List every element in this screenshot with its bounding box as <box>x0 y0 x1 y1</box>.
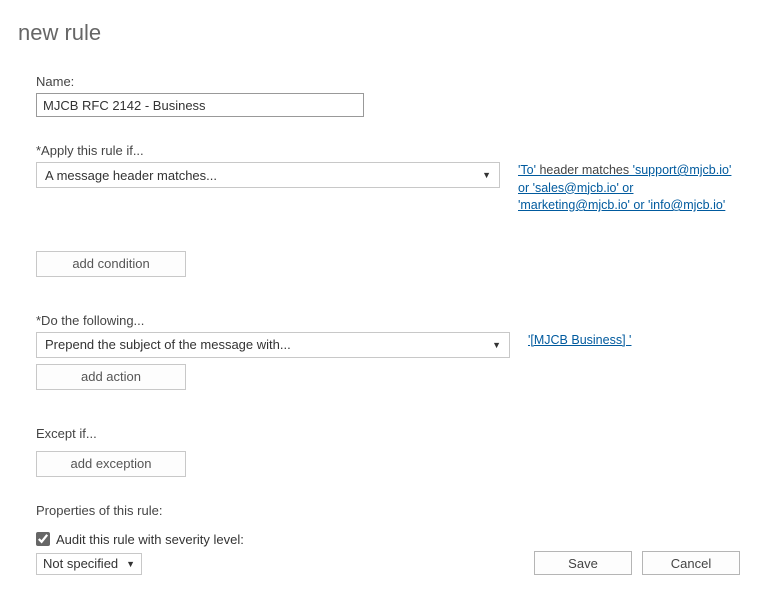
condition-side-mid: header matches <box>536 163 633 177</box>
page-title: new rule <box>18 20 740 46</box>
condition-select-value: A message header matches... <box>45 168 217 183</box>
action-detail-link[interactable]: '[MJCB Business] ' <box>528 332 631 350</box>
severity-select-value: Not specified <box>43 556 118 571</box>
save-button[interactable]: Save <box>534 551 632 575</box>
action-side-value: '[MJCB Business] ' <box>528 333 631 347</box>
add-exception-button[interactable]: add exception <box>36 451 186 477</box>
condition-side-prefix: 'To' <box>518 163 536 177</box>
action-select-value: Prepend the subject of the message with.… <box>45 337 291 352</box>
except-label: Except if... <box>36 426 740 441</box>
audit-checkbox[interactable] <box>36 532 50 546</box>
chevron-down-icon: ▼ <box>126 559 135 569</box>
condition-detail-link[interactable]: 'To' header matches 'support@mjcb.io' or… <box>518 162 740 215</box>
add-action-button[interactable]: add action <box>36 364 186 390</box>
name-label: Name: <box>36 74 740 89</box>
name-input[interactable] <box>36 93 364 117</box>
chevron-down-icon: ▼ <box>492 340 501 350</box>
cancel-button[interactable]: Cancel <box>642 551 740 575</box>
chevron-down-icon: ▼ <box>482 170 491 180</box>
condition-select[interactable]: A message header matches... ▼ <box>36 162 500 188</box>
action-select[interactable]: Prepend the subject of the message with.… <box>36 332 510 358</box>
action-label: *Do the following... <box>36 313 740 328</box>
severity-select[interactable]: Not specified ▼ <box>36 553 142 575</box>
condition-label: *Apply this rule if... <box>36 143 740 158</box>
add-condition-button[interactable]: add condition <box>36 251 186 277</box>
audit-checkbox-label: Audit this rule with severity level: <box>56 532 244 547</box>
properties-label: Properties of this rule: <box>36 503 740 518</box>
